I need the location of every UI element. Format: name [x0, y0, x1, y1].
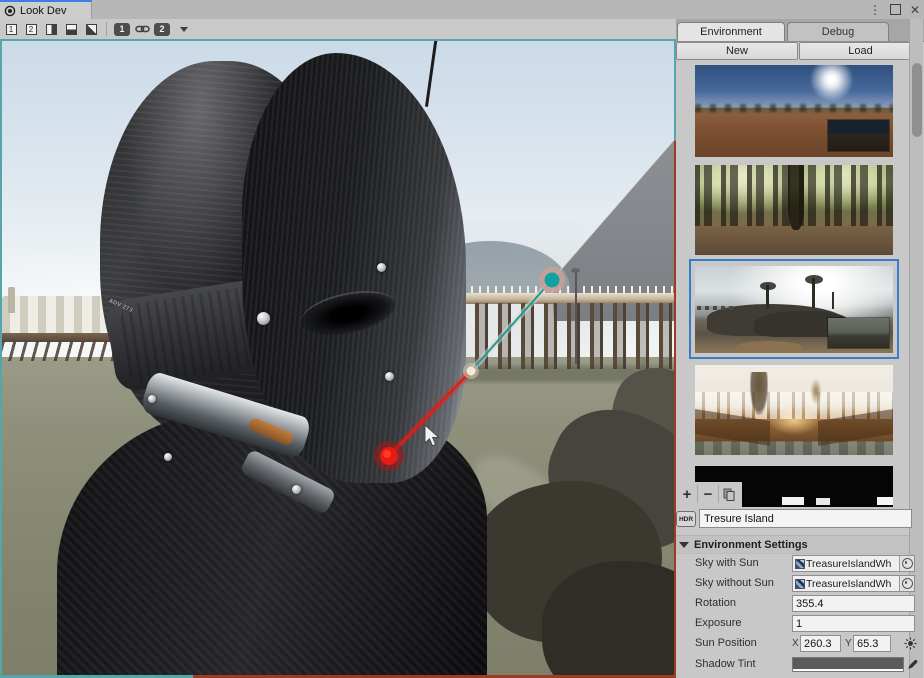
split-seam-line [552, 140, 674, 280]
shadow-tint-swatch[interactable] [792, 657, 904, 672]
link-icon [135, 24, 150, 34]
environment-name-input[interactable] [699, 509, 912, 528]
env-thumbnail-inset [828, 120, 889, 151]
camera2-icon: 2 [154, 23, 170, 36]
object-picker-icon[interactable] [899, 576, 914, 591]
camera-link-button[interactable] [133, 21, 151, 37]
toolbar-separator [106, 22, 107, 36]
view-single1-button[interactable]: 1 [2, 21, 20, 37]
environment-panel: Environment Debug New Load [676, 19, 924, 678]
sky-without-sun-label: Sky without Sun [695, 575, 795, 592]
sun-y-input[interactable] [853, 635, 891, 652]
tab-debug[interactable]: Debug [787, 22, 889, 41]
view-zone-button[interactable] [82, 21, 100, 37]
chevron-down-icon [180, 27, 188, 32]
camera1-button[interactable]: 1 [113, 21, 131, 37]
view-single2-button[interactable]: 2 [22, 21, 40, 37]
window-menu-icon[interactable]: ⋮ [869, 4, 881, 16]
sun-gizmo-button[interactable] [902, 635, 919, 652]
separator-teal-handle [545, 273, 560, 288]
viewport[interactable]: ADV 273 [2, 41, 674, 675]
maximize-icon[interactable] [890, 4, 901, 15]
eyedropper-icon [907, 658, 919, 670]
cubemap-icon [795, 559, 805, 569]
environment-settings-header[interactable]: Environment Settings [676, 535, 909, 554]
env-thumbnail-treasure-island[interactable] [695, 266, 893, 353]
lookdev-window-tab[interactable]: Look Dev [0, 0, 92, 19]
camera1-icon: 1 [114, 23, 130, 36]
split-icon [66, 24, 77, 35]
shadow-tint-label: Shadow Tint [695, 656, 795, 673]
add-environment-button[interactable]: + [677, 483, 697, 505]
view-split-button[interactable] [62, 21, 80, 37]
env-thumbnail-inset [828, 318, 889, 348]
load-button[interactable]: Load [799, 42, 922, 60]
viewport-border-top [0, 39, 676, 41]
eye-icon [4, 5, 16, 17]
sky-with-sun-label: Sky with Sun [695, 555, 795, 572]
copy-icon [723, 488, 735, 501]
sun-x-label: X [792, 635, 799, 652]
split-manipulator[interactable] [2, 41, 674, 675]
sky-with-sun-field[interactable]: TreasureIslandWh [792, 555, 915, 572]
close-icon[interactable]: ✕ [910, 4, 920, 16]
rotation-label: Rotation [695, 595, 795, 612]
exposure-label: Exposure [695, 615, 795, 632]
sun-y-label: Y [845, 635, 852, 652]
sky-without-sun-field[interactable]: TreasureIslandWh [792, 575, 915, 592]
single1-icon: 1 [6, 24, 17, 35]
sun-x-input[interactable] [800, 635, 841, 652]
exposure-input[interactable] [792, 615, 915, 632]
single2-icon: 2 [26, 24, 37, 35]
eyedropper-button[interactable] [905, 656, 920, 672]
view-side-by-side-button[interactable] [42, 21, 60, 37]
env-thumbnail-forest[interactable] [695, 165, 893, 255]
rotation-input[interactable] [792, 595, 915, 612]
zone-icon [86, 24, 97, 35]
sun-icon [904, 637, 917, 650]
foldout-arrow-icon [679, 542, 689, 548]
viewport-border-left [0, 39, 2, 678]
camera2-button[interactable]: 2 [153, 21, 171, 37]
cubemap-icon [795, 579, 805, 589]
mouse-cursor [425, 425, 439, 446]
window-controls: ⋮ ✕ [869, 0, 920, 19]
object-picker-icon[interactable] [899, 556, 914, 571]
camera-menu-dropdown[interactable] [173, 21, 191, 37]
side-by-side-icon [46, 24, 57, 35]
sun-position-label: Sun Position [695, 635, 795, 652]
duplicate-environment-button[interactable] [719, 483, 739, 505]
hdr-badge: HDR [676, 511, 696, 527]
window-titlebar: Look Dev ⋮ ✕ [0, 0, 924, 20]
env-thumbnail-church[interactable] [695, 365, 893, 455]
new-button[interactable]: New [676, 42, 798, 60]
window-title: Look Dev [20, 5, 66, 17]
lookdev-toolbar: 1 2 1 2 [0, 19, 676, 39]
remove-environment-button[interactable]: − [698, 483, 718, 505]
scrollbar-thumb[interactable] [912, 63, 922, 137]
tab-environment[interactable]: Environment [677, 22, 785, 41]
separator-center-handle [467, 367, 476, 376]
env-thumbnail-desert[interactable] [695, 65, 893, 157]
lookdev-window: Look Dev ⋮ ✕ 1 2 1 2 [0, 0, 924, 678]
